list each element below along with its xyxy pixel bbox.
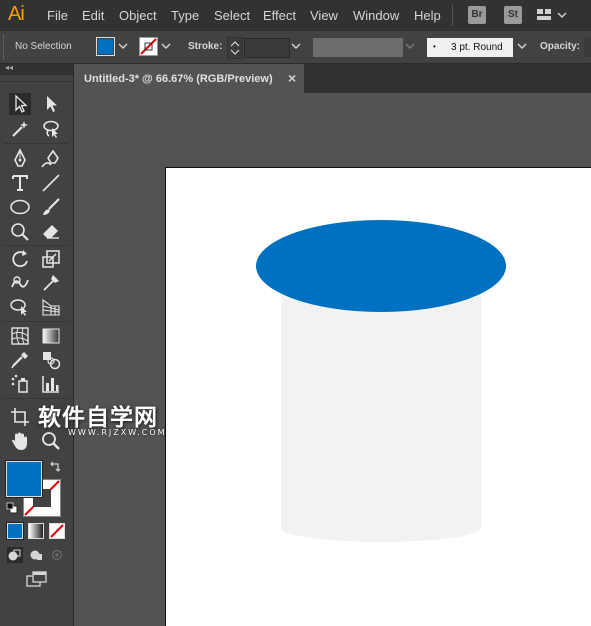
cylinder-body[interactable] bbox=[281, 287, 481, 542]
tools-panel-grip[interactable] bbox=[0, 75, 73, 82]
column-graph-tool-icon[interactable] bbox=[40, 373, 62, 395]
paintbrush-tool-icon[interactable] bbox=[40, 196, 62, 218]
collapse-icon[interactable]: ◂◂ bbox=[5, 63, 13, 72]
stroke-weight-stepper[interactable] bbox=[227, 37, 243, 59]
swap-fill-stroke-icon[interactable] bbox=[48, 460, 62, 474]
eyedropper-tool-icon[interactable] bbox=[9, 349, 31, 371]
brush-dot-icon: • bbox=[433, 42, 436, 51]
tools-panel-header: ◂◂ bbox=[0, 63, 73, 75]
magic-wand-tool-icon[interactable] bbox=[9, 118, 31, 140]
menu-divider bbox=[452, 5, 453, 26]
rotate-tool-icon[interactable] bbox=[9, 248, 31, 270]
tool-divider bbox=[4, 143, 68, 144]
cylinder-top-ellipse[interactable] bbox=[256, 220, 506, 312]
fill-color bbox=[98, 39, 113, 54]
perspective-grid-tool-icon[interactable] bbox=[40, 296, 62, 318]
grip-handle[interactable] bbox=[3, 35, 7, 59]
draw-behind-icon[interactable] bbox=[28, 547, 44, 563]
tool-divider bbox=[4, 321, 68, 322]
tool-divider bbox=[4, 245, 68, 246]
mesh-tool-icon[interactable] bbox=[9, 325, 31, 347]
shape-builder-tool-icon[interactable] bbox=[9, 296, 31, 318]
menu-type[interactable]: Type bbox=[171, 8, 199, 23]
document-tab-strip: Untitled-3* @ 66.67% (RGB/Preview) × bbox=[74, 64, 591, 93]
stroke-weight-input[interactable] bbox=[244, 38, 290, 58]
lasso-tool-icon[interactable] bbox=[40, 118, 62, 140]
ellipse-tool-icon[interactable] bbox=[9, 196, 31, 218]
variable-width-profile[interactable] bbox=[313, 38, 403, 57]
fill-swatch[interactable] bbox=[96, 37, 115, 56]
stroke-dropdown[interactable] bbox=[160, 37, 172, 56]
stroke-label: Stroke: bbox=[188, 41, 223, 52]
app-logo: Ai bbox=[8, 3, 25, 25]
brush-value: 3 pt. Round bbox=[451, 42, 503, 53]
stock-button[interactable]: St bbox=[504, 6, 522, 24]
puppet-warp-tool-icon[interactable] bbox=[40, 272, 62, 294]
symbol-sprayer-tool-icon[interactable] bbox=[9, 373, 31, 395]
draw-inside-icon[interactable] bbox=[49, 547, 65, 563]
direct-selection-tool-icon[interactable] bbox=[40, 93, 62, 115]
stroke-weight-dropdown[interactable] bbox=[290, 37, 302, 56]
control-bar: No Selection Stroke: • 3 pt. Round Opaci… bbox=[0, 31, 591, 64]
menu-bar: Ai File Edit Object Type Select Effect V… bbox=[0, 0, 591, 31]
menu-object[interactable]: Object bbox=[119, 8, 157, 23]
bridge-button[interactable]: Br bbox=[468, 6, 486, 24]
selection-tool-icon[interactable] bbox=[9, 93, 31, 115]
tools-panel: ◂◂ bbox=[0, 63, 74, 626]
opacity-label[interactable]: Opacity: bbox=[540, 41, 580, 52]
draw-normal-icon[interactable] bbox=[7, 547, 23, 563]
menu-file[interactable]: File bbox=[47, 8, 68, 23]
default-fill-stroke-icon[interactable] bbox=[6, 501, 18, 514]
menu-window[interactable]: Window bbox=[353, 8, 399, 23]
gradient-tool-icon[interactable] bbox=[40, 325, 62, 347]
menu-select[interactable]: Select bbox=[214, 8, 250, 23]
stroke-swatch[interactable] bbox=[139, 37, 158, 56]
fill-dropdown[interactable] bbox=[117, 37, 129, 56]
close-tab-icon[interactable]: × bbox=[288, 70, 296, 86]
type-tool-icon[interactable] bbox=[9, 172, 31, 194]
shaper-tool-icon[interactable] bbox=[9, 220, 31, 242]
opacity-input[interactable] bbox=[584, 38, 591, 57]
screen-mode-icon[interactable] bbox=[26, 570, 48, 588]
watermark-url: WWW.RJZXW.COM bbox=[68, 428, 167, 437]
brush-definition[interactable]: • 3 pt. Round bbox=[427, 38, 513, 57]
hand-tool-icon[interactable] bbox=[9, 430, 31, 452]
menu-edit[interactable]: Edit bbox=[82, 8, 104, 23]
document-title: Untitled-3* @ 66.67% (RGB/Preview) bbox=[84, 73, 273, 85]
menu-help[interactable]: Help bbox=[414, 8, 441, 23]
curvature-tool-icon[interactable] bbox=[40, 148, 62, 170]
warp-tool-icon[interactable] bbox=[9, 272, 31, 294]
menu-view[interactable]: View bbox=[310, 8, 338, 23]
gradient-mode-button[interactable] bbox=[28, 523, 44, 539]
brush-dropdown[interactable] bbox=[516, 37, 528, 56]
line-segment-tool-icon[interactable] bbox=[40, 172, 62, 194]
blend-tool-icon[interactable] bbox=[40, 349, 62, 371]
pen-tool-icon[interactable] bbox=[9, 148, 31, 170]
profile-dropdown[interactable] bbox=[404, 37, 416, 56]
workspace-switcher-icon[interactable] bbox=[536, 7, 570, 26]
watermark-text: 软件自学网 bbox=[38, 405, 158, 431]
artboard[interactable] bbox=[165, 167, 591, 626]
zoom-tool-icon[interactable] bbox=[40, 430, 62, 452]
document-tab[interactable]: Untitled-3* @ 66.67% (RGB/Preview) × bbox=[74, 64, 304, 93]
artboard-tool-icon[interactable] bbox=[9, 406, 31, 428]
none-mode-button[interactable] bbox=[49, 523, 65, 539]
scale-tool-icon[interactable] bbox=[40, 248, 62, 270]
eraser-tool-icon[interactable] bbox=[40, 220, 62, 242]
menu-effect[interactable]: Effect bbox=[263, 8, 296, 23]
fill-color-swatch[interactable] bbox=[6, 461, 42, 497]
color-mode-button[interactable] bbox=[7, 523, 23, 539]
artwork-canvas bbox=[256, 220, 506, 542]
selection-status: No Selection bbox=[15, 41, 72, 52]
